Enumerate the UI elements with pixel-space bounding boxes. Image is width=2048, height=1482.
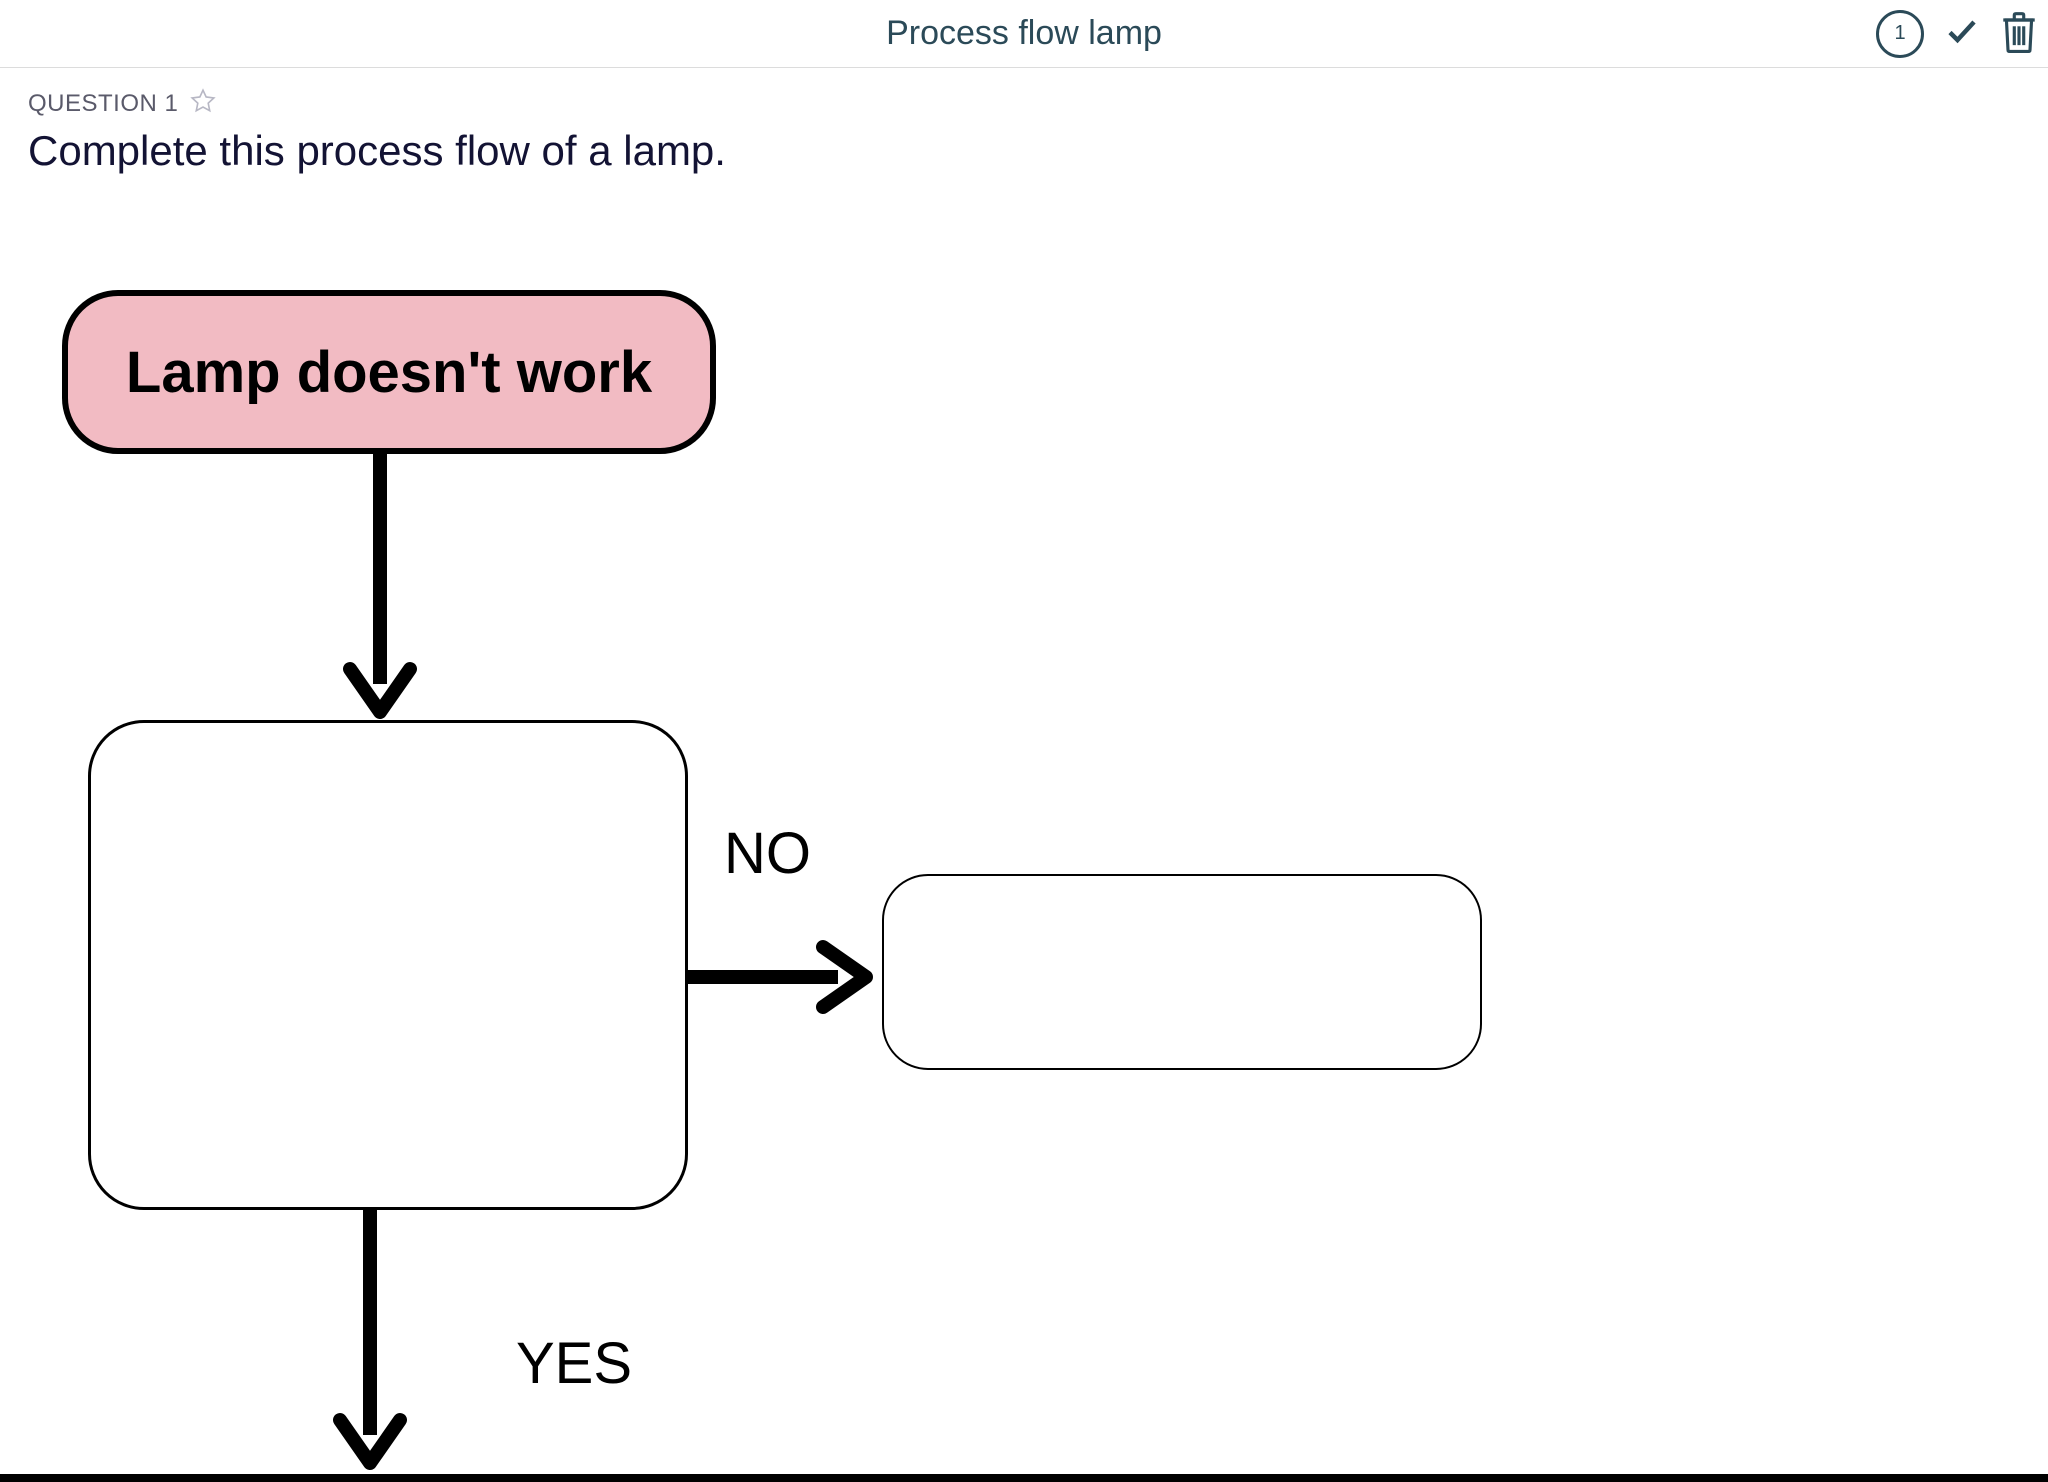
decision-node-dropzone[interactable]: [88, 720, 688, 1210]
star-icon[interactable]: [190, 88, 216, 119]
points-badge[interactable]: 1: [1876, 10, 1924, 58]
arrow-start-to-decision: [350, 454, 410, 724]
answer-no-node-dropzone[interactable]: [882, 874, 1482, 1070]
page-title: Process flow lamp: [886, 14, 1162, 53]
question-text: Complete this process flow of a lamp.: [28, 127, 2020, 175]
header-actions: 1: [1876, 0, 2038, 67]
check-icon[interactable]: [1944, 13, 1980, 54]
trash-icon[interactable]: [2000, 9, 2038, 58]
points-value: 1: [1894, 22, 1905, 45]
question-area: QUESTION 1 Complete this process flow of…: [0, 68, 2048, 175]
start-node-label: Lamp doesn't work: [126, 339, 652, 406]
arrow-decision-to-no: [688, 942, 888, 1012]
edge-label-yes: YES: [516, 1330, 632, 1397]
start-node[interactable]: Lamp doesn't work: [62, 290, 716, 454]
question-label-row: QUESTION 1: [28, 88, 2020, 119]
question-label: QUESTION 1: [28, 90, 178, 118]
edge-label-no: NO: [724, 820, 811, 887]
flow-diagram: Lamp doesn't work NO YES: [0, 210, 2048, 1482]
header-bar: Process flow lamp 1: [0, 0, 2048, 68]
arrow-decision-to-yes: [340, 1210, 400, 1480]
frame-bottom-edge: [0, 1474, 2048, 1482]
